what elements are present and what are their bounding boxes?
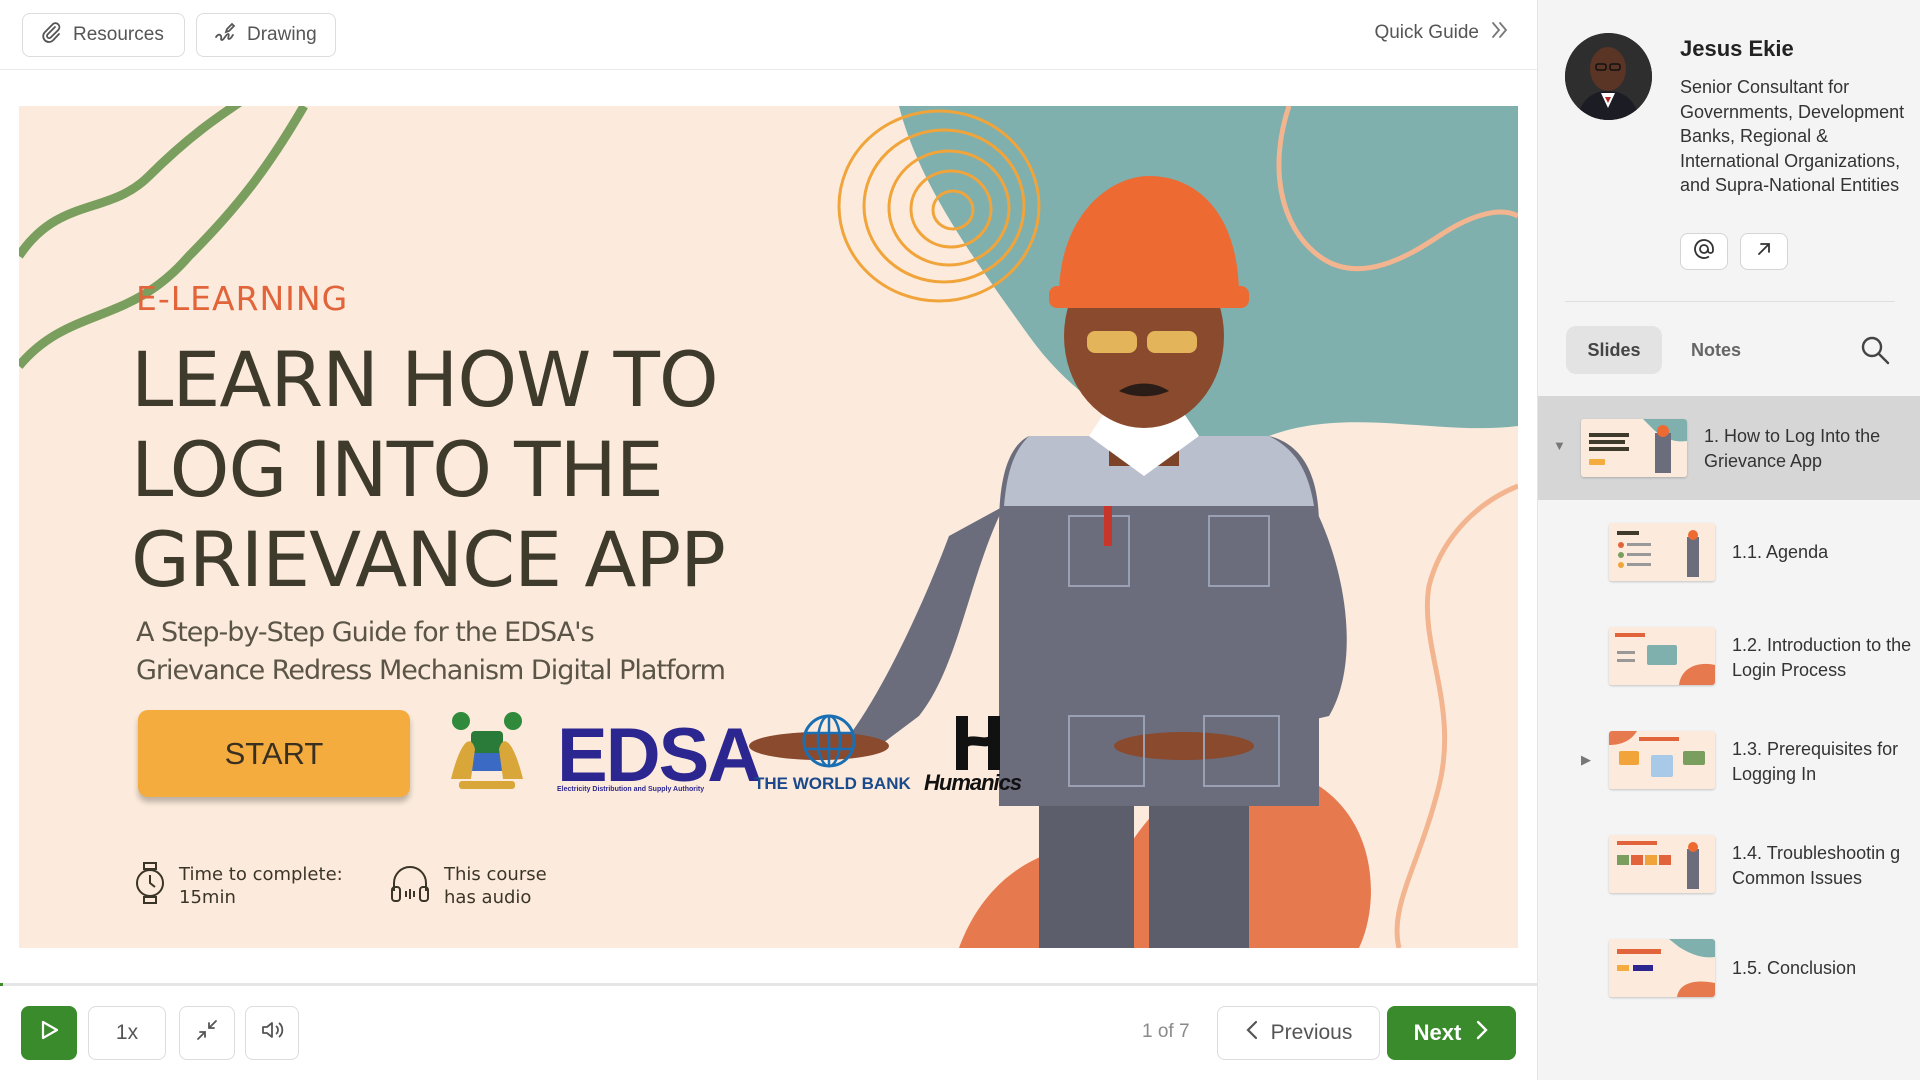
- outline-item-label: 1.4. Troubleshootin g Common Issues: [1732, 843, 1901, 888]
- slide-subtitle-line: A Step-by-Step Guide for the EDSA's: [136, 617, 595, 648]
- double-chevron-right-icon: [1489, 20, 1509, 46]
- audio-line-2: has audio: [444, 887, 532, 908]
- slide-subtitle: A Step-by-Step Guide for the EDSA's Grie…: [136, 614, 856, 690]
- time-label: Time to complete:: [179, 864, 343, 885]
- slide-thumbnail: [1609, 523, 1715, 581]
- outline-item[interactable]: 1.4. Troubleshootin g Common Issues: [1538, 822, 1920, 906]
- paperclip-icon: [39, 20, 63, 50]
- volume-icon: [260, 1018, 284, 1048]
- outline-item[interactable]: 1.2. Introduction to the Login Process: [1538, 614, 1920, 698]
- slide-eyebrow: E-LEARNING: [136, 279, 349, 318]
- start-button[interactable]: START: [138, 710, 410, 797]
- outline-item-label: 1.2. Introduction to the Login Process: [1732, 635, 1912, 680]
- slide-canvas: E-LEARNING LEARN HOW TO LOG INTO THE GRI…: [19, 106, 1518, 948]
- play-icon: [38, 1019, 60, 1047]
- slide-subtitle-line: Grievance Redress Mechanism Digital Plat…: [136, 655, 726, 686]
- arrow-up-right-icon: [1754, 239, 1774, 264]
- search-button[interactable]: [1859, 334, 1891, 366]
- presenter-avatar: [1565, 33, 1652, 120]
- slide-thumbnail: [1609, 731, 1715, 789]
- play-button[interactable]: [21, 1006, 77, 1060]
- edsa-logo-subtitle: Electricity Distribution and Supply Auth…: [557, 786, 705, 793]
- audio-line-1: This course: [444, 864, 547, 885]
- outline-item[interactable]: ▶ 1.3. Prerequisites for Logging In: [1538, 718, 1920, 802]
- tab-slides[interactable]: Slides: [1566, 326, 1662, 374]
- side-panel: Jesus Ekie Senior Consultant for Governm…: [1537, 0, 1920, 1080]
- tab-notes[interactable]: Notes: [1676, 326, 1756, 374]
- scribble-icon: [213, 20, 237, 50]
- world-bank-logo: THE WORLD BANK: [754, 774, 911, 793]
- outline-item[interactable]: 1.1. Agenda: [1538, 510, 1920, 594]
- slide-title: LEARN HOW TO LOG INTO THE GRIEVANCE APP: [131, 335, 851, 605]
- drawing-button[interactable]: Drawing: [196, 13, 336, 57]
- slide-title-line: GRIEVANCE APP: [131, 515, 726, 604]
- volume-button[interactable]: [245, 1006, 299, 1060]
- divider: [1565, 301, 1895, 302]
- search-icon: [1859, 336, 1891, 370]
- outline-item-label: 1.5. Conclusion: [1732, 958, 1857, 978]
- next-label: Next: [1413, 1020, 1462, 1045]
- slide-title-line: LEARN HOW TO: [131, 335, 719, 424]
- drawing-label: Drawing: [247, 24, 317, 45]
- resources-button[interactable]: Resources: [22, 13, 185, 57]
- caret-right-icon: ▶: [1581, 752, 1591, 767]
- slide-thumbnail: [1609, 627, 1715, 685]
- slide-thumbnail: [1609, 835, 1715, 893]
- outline-item-label: 1. How to Log Into the Grievance App: [1704, 426, 1881, 471]
- world-bank-globe-icon: [802, 714, 856, 768]
- resources-label: Resources: [73, 24, 164, 45]
- slide-title-line: LOG INTO THE: [131, 425, 664, 514]
- outline-item-label: 1.1. Agenda: [1732, 542, 1829, 562]
- player-controls: 1x 1 of 7 Previous Next: [0, 986, 1537, 1080]
- humanics-logo: Humanics: [924, 770, 1022, 795]
- headphones-icon: [388, 861, 432, 911]
- quick-guide-button[interactable]: Quick Guide: [1374, 20, 1509, 46]
- previous-label: Previous: [1270, 1021, 1353, 1044]
- slide-thumbnail: [1609, 939, 1715, 997]
- at-sign-icon: [1693, 238, 1715, 265]
- outline-item[interactable]: 1.5. Conclusion: [1538, 926, 1920, 1010]
- chevron-right-icon: [1475, 1019, 1489, 1047]
- time-value: 15min: [179, 887, 236, 908]
- presenter-name: Jesus Ekie: [1680, 36, 1794, 61]
- external-link-button[interactable]: [1740, 233, 1788, 270]
- caret-down-icon: ▼: [1553, 438, 1566, 453]
- outline-item-label: 1.3. Prerequisites for Logging In: [1732, 739, 1899, 784]
- next-button[interactable]: Next: [1387, 1006, 1516, 1060]
- edsa-logo: EDSA: [557, 713, 762, 798]
- stopwatch-icon: [133, 861, 167, 911]
- quick-guide-label: Quick Guide: [1374, 22, 1479, 43]
- audio-info: This course has audio: [388, 861, 547, 911]
- chevron-left-icon: [1245, 1019, 1259, 1047]
- sierra-leone-crest-logo: [451, 712, 523, 789]
- outline-item[interactable]: ▼ 1. How to Log Into the Grievance App: [1538, 396, 1920, 500]
- previous-button[interactable]: Previous: [1217, 1006, 1380, 1060]
- collapse-button[interactable]: [179, 1006, 235, 1060]
- top-toolbar: Resources Drawing Quick Guide: [0, 0, 1537, 70]
- presenter-bio: Senior Consultant for Governments, Devel…: [1680, 77, 1905, 195]
- time-to-complete: Time to complete: 15min: [133, 861, 343, 911]
- slide-thumbnail: [1581, 419, 1687, 477]
- playback-speed-button[interactable]: 1x: [88, 1006, 166, 1060]
- humanics-mark-icon: [956, 716, 1000, 770]
- slide-counter: 1 of 7: [1142, 1021, 1190, 1042]
- collapse-arrows-icon: [195, 1018, 219, 1048]
- email-button[interactable]: [1680, 233, 1728, 270]
